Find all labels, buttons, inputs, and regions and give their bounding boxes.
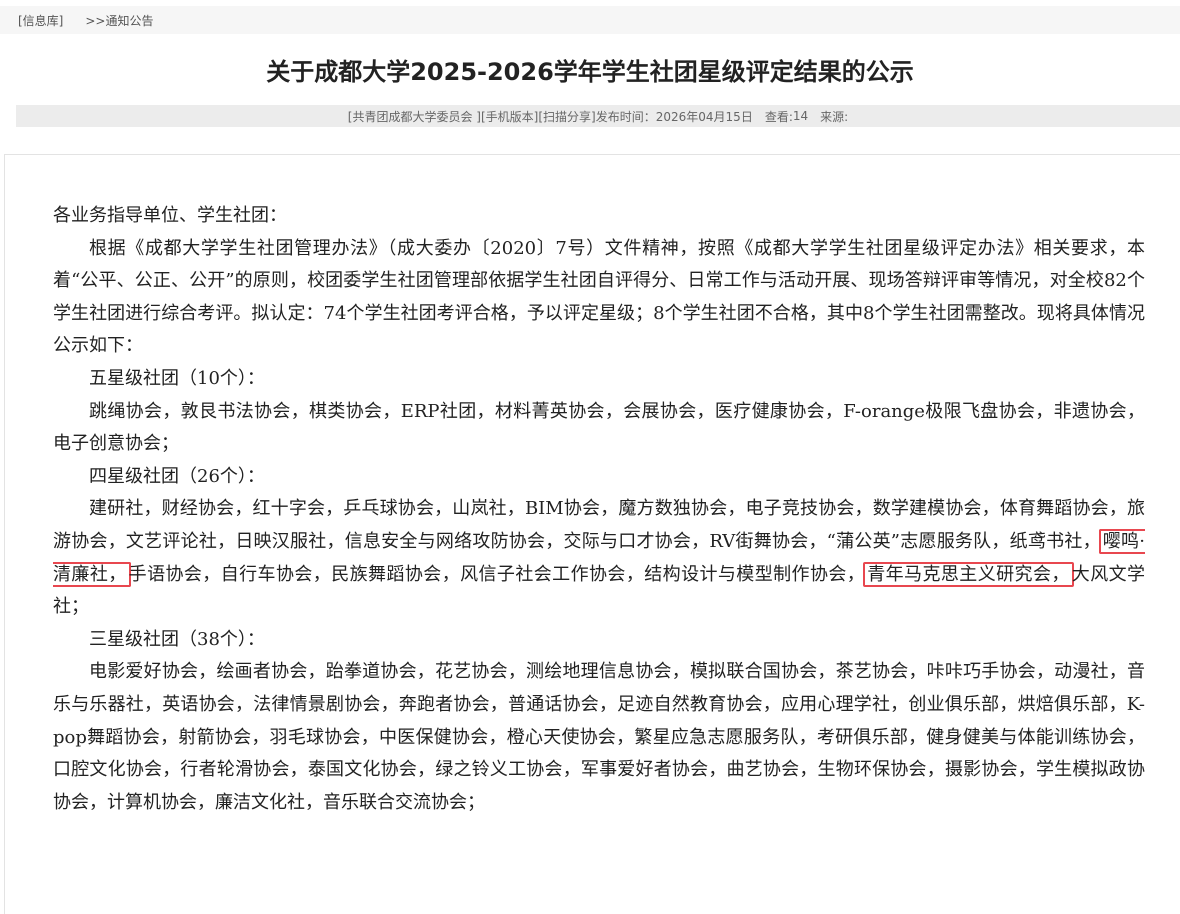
four-star-heading: 四星级社团（26个）： — [89, 465, 265, 487]
publish-time-label: 发布时间： — [595, 109, 656, 124]
article-meta-bar: [共青团成都大学委员会 ] [手机版本] [扫描分享] 发布时间： 2026年0… — [16, 105, 1180, 127]
highlight-box-marxism: 青年马克思主义研究会， — [863, 561, 1074, 587]
article-body: 各业务指导单位、学生社团： 根据《成都大学学生社团管理办法》（成大委办〔2020… — [53, 200, 1145, 819]
mobile-version-link[interactable]: [手机版本] — [481, 108, 538, 125]
three-star-heading: 三星级社团（38个）： — [89, 628, 265, 650]
five-star-heading: 五星级社团（10个）： — [89, 367, 265, 389]
breadcrumb: [信息库] >>通知公告 — [0, 6, 1180, 34]
four-star-list: 建研社，财经协会，红十字会，乒乓球协会，山岚社，BIM协会，魔方数独协会，电子竞… — [53, 493, 1145, 623]
views-label: 查看: — [764, 109, 793, 124]
four-star-list-part2: 手语协会，自行车协会，民族舞蹈协会，风信子社会工作协会，结构设计与模型制作协会， — [128, 563, 866, 585]
four-star-list-part1: 建研社，财经协会，红十字会，乒乓球协会，山岚社，BIM协会，魔方数独协会，电子竞… — [53, 498, 1145, 552]
publish-date: 2026年04月15日 — [655, 109, 753, 124]
scan-share-link[interactable]: [扫描分享] — [538, 108, 595, 125]
intro-paragraph: 根据《成都大学学生社团管理办法》（成大委办〔2020〕7号）文件精神，按照《成都… — [53, 237, 1145, 357]
source-label: 来源: — [820, 109, 849, 124]
publisher-link[interactable]: [共青团成都大学委员会 ] — [348, 108, 481, 125]
views-count: 14 — [792, 109, 809, 123]
page-title: 关于成都大学2025-2026学年学生社团星级评定结果的公示 — [266, 58, 914, 86]
five-star-list: 跳绳协会，敦艮书法协会，棋类协会，ERP社团，材料菁英协会，会展协会，医疗健康协… — [53, 400, 1145, 455]
greeting: 各业务指导单位、学生社团： — [53, 205, 287, 226]
breadcrumb-library-link[interactable]: [信息库] — [18, 12, 63, 29]
breadcrumb-current-link[interactable]: >>通知公告 — [85, 12, 153, 29]
three-star-list: 电影爱好协会，绘画者协会，跆拳道协会，花艺协会，测绘地理信息协会，模拟联合国协会… — [53, 661, 1145, 813]
